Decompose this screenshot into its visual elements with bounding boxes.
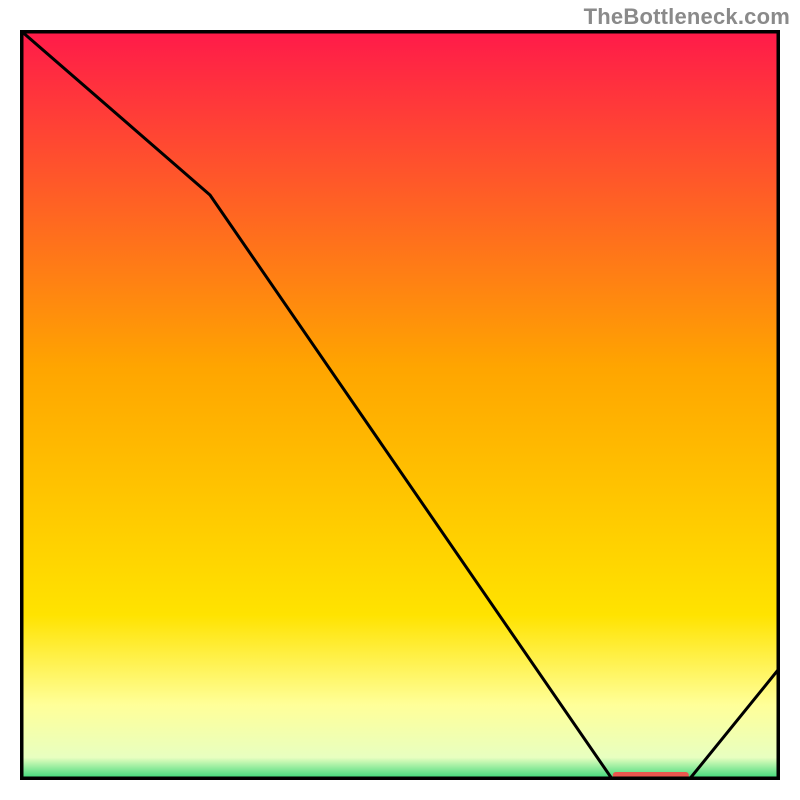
attribution-text: TheBottleneck.com: [584, 4, 790, 30]
chart-svg: [20, 30, 780, 780]
chart-background: [20, 30, 780, 780]
bottleneck-chart: [20, 30, 780, 780]
